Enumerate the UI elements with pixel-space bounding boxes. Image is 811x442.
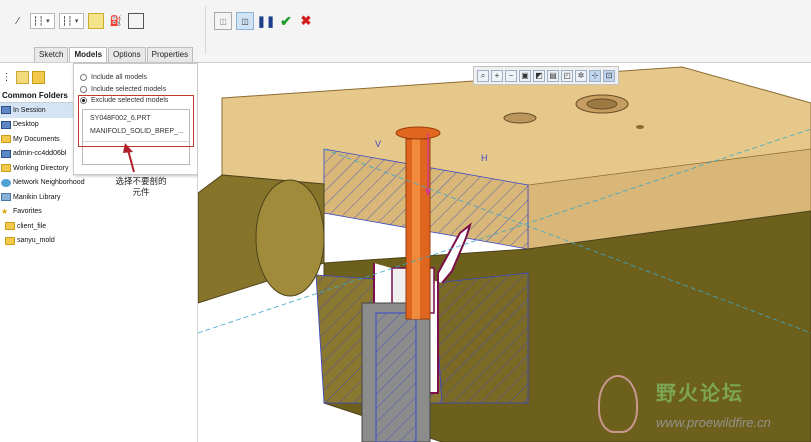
tab-models[interactable]: Models: [69, 47, 108, 62]
pause-icon[interactable]: ❚❚: [257, 13, 275, 29]
folder-item-client-file[interactable]: client_file: [0, 219, 80, 234]
folder-item-in-session[interactable]: In Session: [0, 103, 80, 118]
folder-item-label: admin-cc4dd06bl: [13, 150, 67, 158]
dashboard-tabs: Sketch Models Options Properties: [34, 47, 194, 62]
folder-browser-icon[interactable]: [32, 71, 45, 84]
folder-icon: [5, 236, 15, 245]
folder-item-label: Network Neighborhood: [13, 179, 85, 187]
lower-section-right-hatch: [433, 272, 529, 404]
annotation-line-2: 元件: [132, 187, 150, 197]
folder-item-label: sanyu_mold: [17, 237, 55, 245]
radio-button[interactable]: [80, 86, 87, 93]
folder-item-computer[interactable]: admin-cc4dd06bl: [0, 147, 80, 162]
pattern-left-value: ┆┆: [33, 15, 44, 26]
tab-options[interactable]: Options: [108, 47, 146, 62]
ok-check-icon[interactable]: ✔: [278, 13, 294, 29]
watermark-logo: [598, 375, 638, 433]
chevron-down-icon: ▾: [46, 18, 50, 25]
refit-icon[interactable]: ⌕: [477, 69, 489, 82]
pattern-left-dropdown[interactable]: ┆┆ ▾: [30, 13, 55, 29]
common-folders-header: Common Folders: [0, 90, 74, 103]
bolt-hole: [503, 112, 537, 124]
note-icon[interactable]: [87, 13, 104, 29]
folder-item-label: Favorites: [13, 208, 42, 216]
orient-icon[interactable]: ◩: [533, 69, 545, 82]
orange-insert-highlight: [412, 139, 420, 319]
datum-label-v: V: [375, 139, 381, 149]
annotation-line-1: 选择不要剖的: [115, 176, 167, 186]
zoom-out-icon[interactable]: −: [505, 69, 517, 82]
folder-icon: [1, 164, 11, 173]
ribbon-divider: [205, 6, 206, 54]
view-toolbar: ⌕ + − ▣ ◩ ▤ ◰ ✲ ⊹ ⊡: [473, 66, 619, 85]
folder-icon: [1, 135, 11, 144]
watermark-title: 野火论坛: [656, 383, 744, 405]
folder-item-network[interactable]: Network Neighborhood: [0, 176, 85, 191]
tab-sketch[interactable]: Sketch: [34, 47, 69, 62]
monitor-icon: [1, 106, 11, 115]
radio-label: Include selected models: [91, 86, 167, 93]
radio-label: Include all models: [91, 74, 148, 81]
navigator-toolbar: ⋮: [0, 71, 45, 84]
chevron-down-icon: ▾: [74, 18, 79, 25]
folder-item-working-directory[interactable]: Working Directory: [0, 161, 80, 176]
datum-display-icon[interactable]: ✲: [575, 69, 587, 82]
pattern-right-dropdown[interactable]: ┆┆ ▾: [58, 13, 84, 29]
slope-icon[interactable]: ⁄: [10, 13, 26, 29]
highlight-box: [78, 95, 194, 147]
folder-icon: [5, 222, 15, 231]
radio-include-all[interactable]: Include all models: [80, 74, 147, 81]
zoom-in-icon[interactable]: +: [491, 69, 503, 82]
folder-item-my-documents[interactable]: My Documents: [0, 132, 80, 147]
network-icon: [1, 178, 11, 187]
folder-item-label: Desktop: [13, 121, 39, 129]
monitor-icon: [1, 149, 11, 158]
layers-icon[interactable]: [16, 71, 29, 84]
tab-properties[interactable]: Properties: [146, 47, 194, 62]
folder-item-label: My Documents: [13, 135, 60, 143]
radio-include-selected[interactable]: Include selected models: [80, 86, 166, 93]
desktop-icon: [1, 120, 11, 129]
counterbore-hole-inner: [586, 98, 618, 110]
datum-label-h: H: [481, 153, 488, 163]
preview-on-icon[interactable]: ◫: [236, 12, 254, 30]
annotation-display-icon[interactable]: ⊡: [603, 69, 615, 82]
annotation-text: 选择不要剖的 元件: [106, 176, 176, 198]
paint-bucket-icon[interactable]: ⛽: [108, 13, 124, 29]
saved-views-icon[interactable]: ▤: [547, 69, 559, 82]
watermark-url: www.proewildfire.cn: [656, 415, 771, 430]
ribbon: ⁄ ┆┆ ▾ ┆┆ ▾ ⛽ ◫ ◫ ❚❚ ✔ ✖ Sketch Models O…: [0, 0, 811, 63]
cancel-x-icon[interactable]: ✖: [298, 13, 314, 29]
folder-item-sanyu-mold[interactable]: sanyu_mold: [0, 234, 80, 249]
pattern-right-value: ┆┆: [61, 15, 73, 26]
spin-center-icon[interactable]: ⊹: [589, 69, 601, 82]
folder-item-desktop[interactable]: Desktop: [0, 118, 80, 133]
ribbon-action-group: ◫ ◫ ❚❚ ✔ ✖: [214, 8, 314, 34]
manikin-icon: [1, 193, 11, 202]
frame-icon[interactable]: [127, 13, 144, 29]
star-icon: ★: [1, 206, 9, 216]
ribbon-tool-group: ⁄ ┆┆ ▾ ┆┆ ▾ ⛽: [10, 8, 144, 34]
folder-item-label: client_file: [17, 222, 47, 230]
forum-watermark: 野火论坛 www.proewildfire.cn: [598, 375, 806, 437]
cavity-curve: [255, 179, 325, 297]
support-rod-hatch: [375, 312, 417, 442]
folder-list: In Session Desktop My Documents admin-cc…: [0, 103, 85, 249]
tree-icon[interactable]: ⋮: [0, 71, 13, 84]
preview-off-icon[interactable]: ◫: [214, 12, 232, 30]
folder-item-manikin[interactable]: Manikin Library: [0, 190, 80, 205]
folder-item-label: Working Directory: [13, 164, 69, 172]
small-hole: [636, 125, 644, 129]
radio-button[interactable]: [80, 74, 87, 81]
insert-head: [395, 126, 441, 140]
folder-item-label: In Session: [13, 106, 46, 114]
folder-item-label: Manikin Library: [13, 193, 61, 201]
display-style-icon[interactable]: ◰: [561, 69, 573, 82]
repaint-icon[interactable]: ▣: [519, 69, 531, 82]
folder-item-favorites[interactable]: ★ Favorites: [0, 205, 80, 220]
